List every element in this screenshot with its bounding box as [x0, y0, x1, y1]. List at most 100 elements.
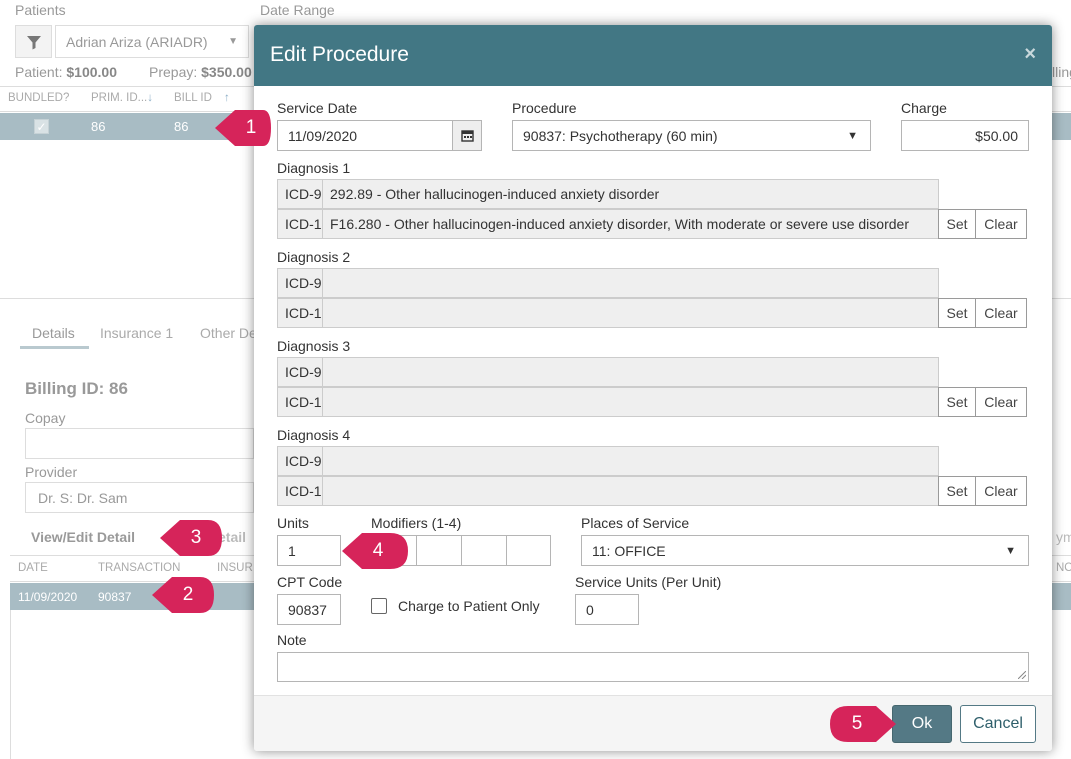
patient-select[interactable]: Adrian Ariza (ARIADR) ▼ [55, 25, 249, 58]
icd10-prefix: ICD-1 [285, 394, 322, 410]
separator [322, 299, 323, 327]
units-input[interactable]: 1 [277, 535, 341, 566]
diagnosis-4-set-button[interactable]: Set [938, 476, 976, 506]
cpt-code-label: CPT Code [277, 574, 343, 590]
view-edit-detail-link[interactable]: View/Edit Detail [31, 529, 135, 545]
diagnosis-3-icd9: ICD-9 [277, 357, 939, 387]
chevron-down-icon: ▼ [228, 36, 238, 47]
callout-4: 4 [342, 531, 408, 571]
procedure-select[interactable]: 90837: Psychotherapy (60 min) ▼ [512, 120, 871, 151]
resize-handle-icon[interactable] [1018, 671, 1026, 679]
diagnosis-2-label: Diagnosis 2 [277, 249, 351, 265]
prepay-balance: Prepay: $350.00 [149, 64, 252, 80]
cancel-button[interactable]: Cancel [960, 705, 1036, 743]
tab-active-indicator [20, 346, 89, 349]
col-no[interactable]: NO [1056, 562, 1071, 574]
col-bill-id-label: BILL ID [174, 92, 212, 104]
bundled-checkbox[interactable]: ✓ [34, 119, 49, 134]
diagnosis-4-clear-button[interactable]: Clear [975, 476, 1027, 506]
charge-to-patient-checkbox[interactable] [371, 598, 387, 614]
callout-3: 3 [160, 518, 222, 558]
callout-3-number: 3 [190, 527, 202, 548]
icd9-prefix: ICD-9 [285, 186, 322, 202]
service-units-input[interactable]: 0 [575, 594, 639, 625]
note-textarea[interactable] [277, 652, 1029, 682]
callout-4-number: 4 [372, 540, 384, 561]
callout-2: 2 [152, 575, 214, 615]
modifier-2-input[interactable] [416, 535, 462, 566]
filter-button[interactable] [15, 25, 52, 58]
callout-1-number: 1 [245, 117, 257, 138]
separator [322, 358, 323, 386]
procedure-label: Procedure [512, 100, 577, 116]
transaction-code: 90837 [98, 590, 132, 604]
service-units-value: 0 [586, 601, 594, 618]
detail-truncated: etail [218, 529, 247, 545]
tab-insurance-1[interactable]: Insurance 1 [100, 325, 173, 341]
diagnosis-4-label: Diagnosis 4 [277, 427, 351, 443]
dialog-header: Edit Procedure × [254, 25, 1052, 86]
places-of-service-value: 11: OFFICE [592, 542, 666, 559]
col-transaction[interactable]: TRANSACTION [98, 562, 180, 574]
diagnosis-1-clear-button[interactable]: Clear [975, 209, 1027, 239]
diagnosis-3-set-button[interactable]: Set [938, 387, 976, 417]
caret-down-icon: ▼ [1005, 544, 1016, 557]
dialog-footer: Ok Cancel [254, 695, 1052, 751]
prepay-value: $350.00 [201, 64, 252, 80]
diagnosis-2-set-button[interactable]: Set [938, 298, 976, 328]
separator [322, 269, 323, 297]
sort-down-icon: ↓ [147, 92, 153, 104]
diagnosis-2-clear-button[interactable]: Clear [975, 298, 1027, 328]
billing-id: Billing ID: 86 [25, 379, 128, 398]
diagnosis-4-icd9: ICD-9 [277, 446, 939, 476]
billing-truncated: lling [1052, 64, 1071, 80]
diagnosis-3-label: Diagnosis 3 [277, 338, 351, 354]
modifier-3-input[interactable] [461, 535, 507, 566]
prepay-label: Prepay: [149, 64, 198, 80]
close-icon[interactable]: × [1024, 43, 1036, 66]
ok-button[interactable]: Ok [892, 705, 952, 743]
patient-balance-label: Patient: [15, 64, 63, 80]
diagnosis-1-icd9: ICD-9 292.89 - Other hallucinogen-induce… [277, 179, 939, 209]
dialog-title: Edit Procedure [270, 43, 409, 66]
charge-value: $50.00 [975, 127, 1018, 144]
col-bundled[interactable]: BUNDLED? [8, 92, 69, 104]
cpt-code-input[interactable]: 90837 [277, 594, 341, 625]
service-date-value: 11/09/2020 [288, 127, 358, 144]
col-prim-id-label: PRIM. ID... [91, 92, 148, 104]
transaction-date: 11/09/2020 [18, 590, 78, 604]
sort-up-icon: ↑ [223, 92, 230, 104]
diagnosis-1-label: Diagnosis 1 [277, 160, 351, 176]
service-date-input[interactable]: 11/09/2020 [277, 120, 453, 151]
modifiers-label: Modifiers (1-4) [371, 515, 462, 531]
charge-input[interactable]: $50.00 [901, 120, 1029, 151]
separator [322, 210, 323, 238]
calendar-button[interactable] [452, 120, 482, 151]
icd9-prefix: ICD-9 [285, 364, 322, 380]
callout-2-number: 2 [182, 584, 194, 605]
icd9-text: 292.89 - Other hallucinogen-induced anxi… [330, 186, 660, 202]
col-date[interactable]: DATE [18, 562, 48, 574]
col-prim-id[interactable]: PRIM. ID...↓ [91, 92, 153, 104]
filter-icon [26, 35, 41, 49]
panel-border [10, 610, 11, 759]
procedure-value: 90837: Psychotherapy (60 min) [523, 127, 718, 144]
icd10-text: F16.280 - Other hallucinogen-induced anx… [330, 216, 909, 232]
tab-other[interactable]: Other De [200, 325, 257, 341]
col-insurance[interactable]: INSUR [217, 562, 253, 574]
places-of-service-select[interactable]: 11: OFFICE ▼ [581, 535, 1029, 566]
copay-input[interactable] [25, 428, 254, 459]
diagnosis-4-icd10: ICD-1 [277, 476, 939, 506]
patient-balance: Patient: $100.00 [15, 64, 117, 80]
row-bill-id: 86 [174, 119, 189, 134]
separator [322, 180, 323, 208]
caret-down-icon: ▼ [847, 129, 858, 142]
diagnosis-3-clear-button[interactable]: Clear [975, 387, 1027, 417]
charge-to-patient-label[interactable]: Charge to Patient Only [398, 598, 540, 614]
callout-1: 1 [215, 108, 271, 148]
diagnosis-1-set-button[interactable]: Set [938, 209, 976, 239]
col-bill-id[interactable]: BILL ID ↑ [174, 92, 230, 104]
provider-select[interactable]: Dr. S: Dr. Sam [25, 482, 254, 513]
tab-details[interactable]: Details [32, 325, 75, 341]
modifier-4-input[interactable] [506, 535, 551, 566]
